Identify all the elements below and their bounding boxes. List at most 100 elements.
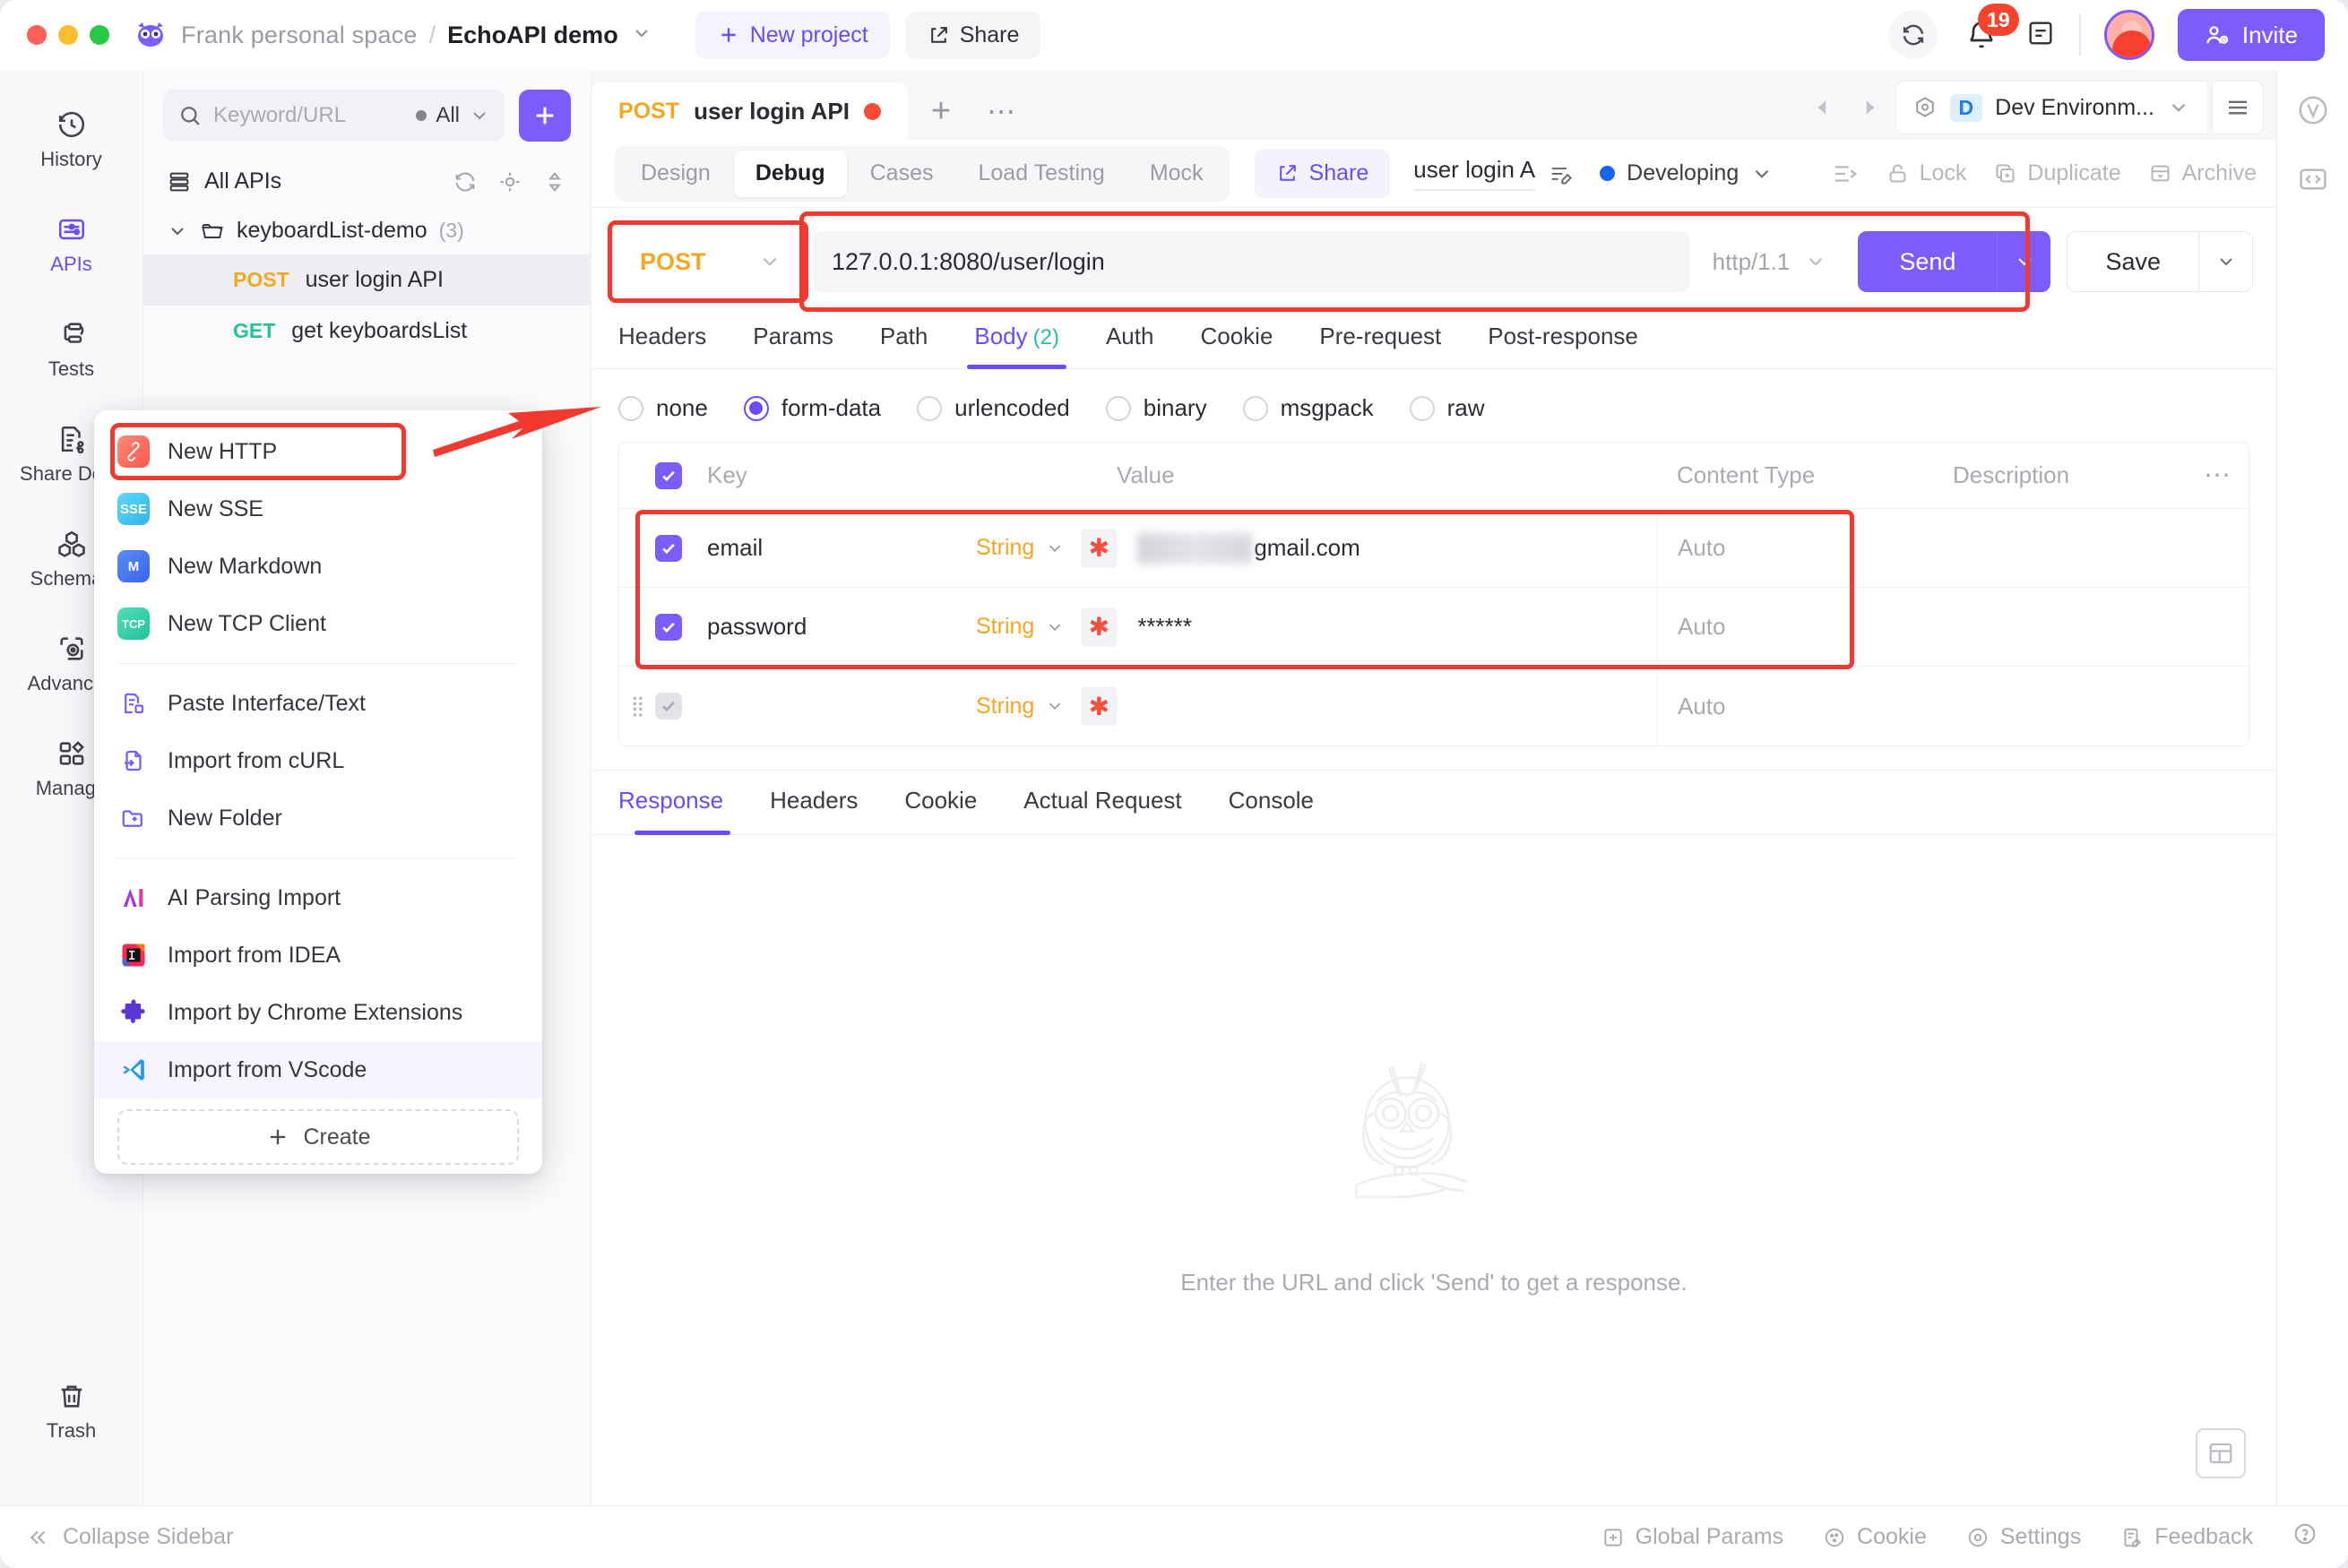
send-button[interactable]: Send xyxy=(1858,231,1998,292)
refresh-icon[interactable] xyxy=(453,169,478,194)
tab-cookie[interactable]: Cookie xyxy=(1177,310,1296,368)
required-toggle[interactable]: ✱ xyxy=(1081,528,1118,568)
table-row[interactable]: ⋮ email String ✱ gmail.com Auto xyxy=(619,509,2249,588)
radio-form-data[interactable]: form-data xyxy=(743,394,881,422)
row-content-type[interactable]: Auto xyxy=(1657,588,1953,666)
table-options-button[interactable]: ⋯ xyxy=(2186,460,2249,491)
row-type-selector[interactable]: String ✱ xyxy=(976,607,1118,647)
search-filter-dropdown[interactable]: All xyxy=(416,103,490,128)
save-options-button[interactable] xyxy=(2199,231,2253,292)
lock-button[interactable]: Lock xyxy=(1886,160,1966,186)
workspace-name[interactable]: Frank personal space xyxy=(181,22,418,49)
tab-prev-button[interactable] xyxy=(1802,87,1843,128)
tab-options-button[interactable]: ⋯ xyxy=(974,82,1028,140)
protocol-selector[interactable]: http/1.1 xyxy=(1689,248,1852,276)
send-options-button[interactable] xyxy=(1997,231,2051,292)
tab-load-testing[interactable]: Load Testing xyxy=(956,151,1126,197)
row-content-type[interactable]: Auto xyxy=(1657,509,1953,587)
menu-item-import-from-vscode[interactable]: Import from VScode xyxy=(94,1041,542,1098)
tab-actual-request[interactable]: Actual Request xyxy=(1000,771,1204,834)
share-project-button[interactable]: Share xyxy=(905,12,1041,58)
share-api-button[interactable]: Share xyxy=(1254,149,1391,198)
tab-response[interactable]: Response xyxy=(618,771,747,835)
radio-none[interactable]: none xyxy=(618,394,708,422)
required-toggle[interactable]: ✱ xyxy=(1081,607,1118,647)
tab-console[interactable]: Console xyxy=(1205,771,1337,834)
menu-item-new-folder[interactable]: New Folder xyxy=(94,789,542,847)
help-button[interactable] xyxy=(2292,1521,2318,1553)
docs-button[interactable] xyxy=(2025,18,2056,53)
panel-splitter[interactable] xyxy=(591,746,2276,770)
menu-item-new-http[interactable]: New HTTP xyxy=(94,423,542,480)
locate-icon[interactable] xyxy=(497,169,522,194)
radio-raw[interactable]: raw xyxy=(1409,394,1485,422)
folder-keyboardlist-demo[interactable]: keyboardList-demo (3) xyxy=(143,207,591,254)
avatar[interactable] xyxy=(2103,10,2154,60)
minimize-window-button[interactable] xyxy=(58,25,78,45)
menu-item-paste-interface-text[interactable]: Paste Interface/Text xyxy=(94,675,542,732)
api-name-field[interactable]: user login A xyxy=(1413,156,1536,191)
environment-selector[interactable]: D Dev Environm... xyxy=(1895,81,2206,134)
select-all-checkbox[interactable] xyxy=(655,461,682,489)
create-button[interactable]: Create xyxy=(117,1109,519,1165)
edit-description-icon[interactable] xyxy=(1548,161,1573,186)
code-snippet-icon[interactable] xyxy=(2296,162,2330,201)
row-checkbox[interactable] xyxy=(655,613,682,641)
row-checkbox[interactable] xyxy=(655,534,682,562)
tab-mock[interactable]: Mock xyxy=(1128,151,1225,197)
sidebar-item-trash[interactable]: Trash xyxy=(18,1368,125,1453)
menu-item-new-sse[interactable]: SSE New SSE xyxy=(94,480,542,538)
project-name[interactable]: EchoAPI demo xyxy=(447,22,618,49)
collapse-sidebar-button[interactable]: Collapse Sidebar xyxy=(27,1524,233,1550)
tab-auth[interactable]: Auth xyxy=(1083,310,1178,368)
radio-urlencoded[interactable]: urlencoded xyxy=(917,394,1070,422)
tab-response-cookie[interactable]: Cookie xyxy=(881,771,1000,834)
version-icon[interactable] xyxy=(2296,93,2330,132)
feedback-button[interactable]: Feedback xyxy=(2120,1524,2253,1550)
project-chevron-down-icon[interactable] xyxy=(631,22,652,48)
add-api-button[interactable] xyxy=(519,90,571,142)
sort-icon[interactable] xyxy=(542,169,567,194)
api-item-user-login[interactable]: POST user login API xyxy=(143,254,591,306)
tab-post-response[interactable]: Post-response xyxy=(1464,310,1662,368)
save-button[interactable]: Save xyxy=(2067,231,2199,292)
required-toggle[interactable]: ✱ xyxy=(1081,686,1118,726)
table-row[interactable]: ⣿ String ✱ Auto xyxy=(619,667,2249,745)
tab-cases[interactable]: Cases xyxy=(849,151,955,197)
document-tab-user-login-api[interactable]: POST user login API xyxy=(591,82,908,140)
tab-response-headers[interactable]: Headers xyxy=(747,771,881,834)
method-selector[interactable]: POST xyxy=(608,220,808,303)
notifications-button[interactable]: 19 xyxy=(1961,4,2019,56)
global-params-button[interactable]: Global Params xyxy=(1601,1524,1783,1550)
window-controls[interactable] xyxy=(27,25,109,45)
row-key[interactable]: email xyxy=(707,534,976,562)
sidebar-item-apis[interactable]: APIs xyxy=(18,202,125,287)
search-input[interactable]: Keyword/URL All xyxy=(163,90,505,142)
row-type-selector[interactable]: String ✱ xyxy=(976,686,1118,726)
sidebar-item-tests[interactable]: Tests xyxy=(18,306,125,392)
drag-handle[interactable]: ⋮ xyxy=(619,537,655,560)
tab-params[interactable]: Params xyxy=(729,310,857,368)
new-tab-button[interactable]: + xyxy=(908,82,974,140)
drag-handle[interactable]: ⣿ xyxy=(619,694,655,718)
menu-item-import-from-curl[interactable]: Import from cURL xyxy=(94,732,542,789)
menu-item-import-from-idea[interactable]: Import from IDEA xyxy=(94,926,542,984)
status-dropdown[interactable]: Developing xyxy=(1600,160,1774,186)
menu-item-import-by-chrome-extensions[interactable]: Import by Chrome Extensions xyxy=(94,984,542,1041)
settings-button[interactable]: Settings xyxy=(1966,1524,2081,1550)
tab-path[interactable]: Path xyxy=(857,310,952,368)
environment-menu-button[interactable] xyxy=(2212,81,2264,134)
row-value[interactable]: gmail.com xyxy=(1117,532,1657,564)
radio-binary[interactable]: binary xyxy=(1105,394,1207,422)
tab-pre-request[interactable]: Pre-request xyxy=(1296,310,1464,368)
menu-item-ai-parsing-import[interactable]: AI Parsing Import xyxy=(94,869,542,926)
all-apis-row[interactable]: All APIs xyxy=(143,154,591,207)
sync-button[interactable] xyxy=(1888,11,1938,59)
menu-item-new-markdown[interactable]: M New Markdown xyxy=(94,538,542,595)
menu-item-new-tcp-client[interactable]: TCP New TCP Client xyxy=(94,595,542,652)
api-item-get-keyboardslist[interactable]: GET get keyboardsList xyxy=(143,306,591,357)
table-row[interactable]: ⋮ password String ✱ ****** Auto xyxy=(619,588,2249,667)
archive-button[interactable]: Archive xyxy=(2148,160,2257,186)
new-project-button[interactable]: New project xyxy=(695,12,890,58)
close-window-button[interactable] xyxy=(27,25,47,45)
